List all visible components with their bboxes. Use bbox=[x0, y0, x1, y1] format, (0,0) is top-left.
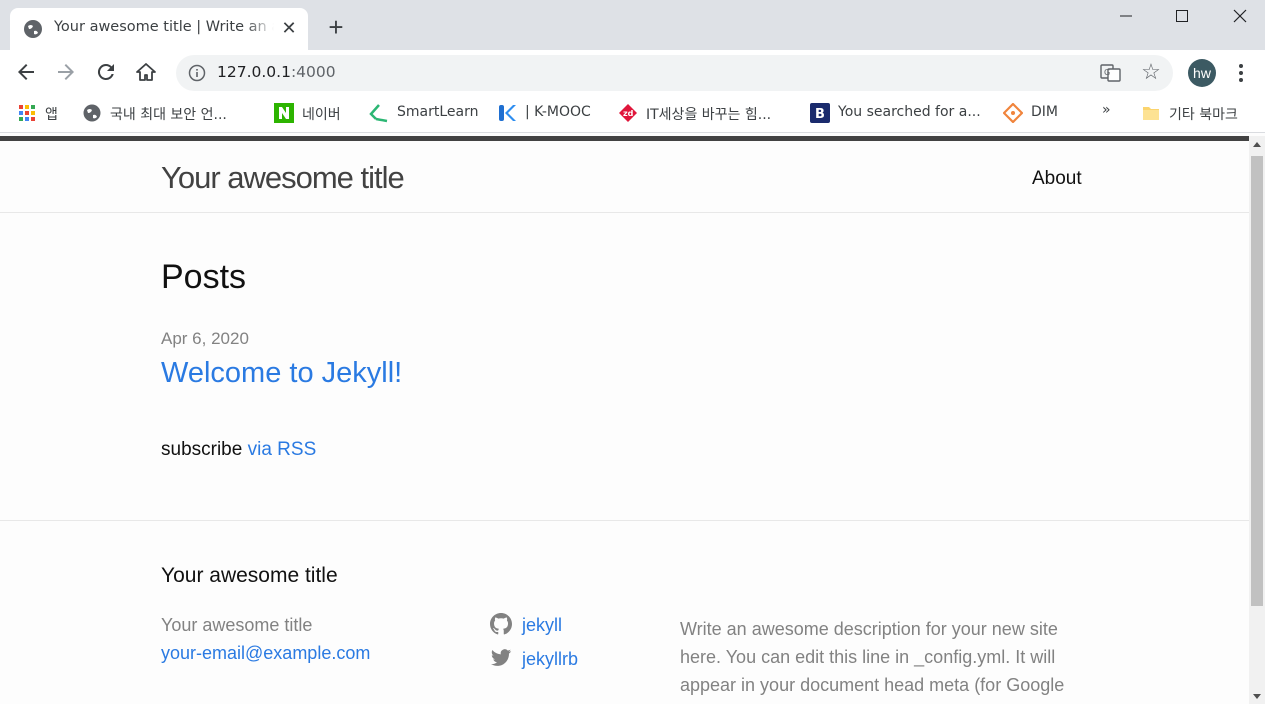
browser-toolbar: 127.0.0.1:4000 G ☆ hw bbox=[0, 50, 1265, 95]
zdnet-icon: zd bbox=[618, 103, 638, 123]
bookmark-label: 기타 북마크 bbox=[1169, 107, 1238, 123]
footer-site-name: Your awesome title bbox=[161, 615, 313, 635]
info-icon[interactable] bbox=[188, 64, 206, 82]
apps-grid-icon bbox=[17, 103, 37, 123]
forward-arrow-icon bbox=[58, 64, 74, 80]
folder-icon bbox=[1141, 103, 1161, 123]
reload-button[interactable] bbox=[94, 60, 118, 84]
nav-about-link[interactable]: About bbox=[1032, 168, 1082, 190]
site-header: Your awesome title About bbox=[0, 141, 1249, 213]
bookmark-label: You searched for a... bbox=[838, 104, 981, 120]
profile-avatar[interactable]: hw bbox=[1188, 59, 1216, 87]
minimize-button[interactable] bbox=[1106, 4, 1146, 28]
globe-icon bbox=[82, 103, 102, 123]
bookmark-label: SmartLearn bbox=[397, 104, 479, 120]
scroll-down-arrow-icon[interactable] bbox=[1253, 694, 1261, 699]
github-username: jekyll bbox=[522, 615, 563, 635]
footer-description: Write an awesome description for your ne… bbox=[680, 619, 1095, 704]
address-bar[interactable]: 127.0.0.1:4000 G ☆ bbox=[176, 55, 1173, 91]
github-icon bbox=[490, 613, 512, 635]
smartlearn-icon bbox=[369, 103, 389, 123]
post-date: Apr 6, 2020 bbox=[161, 329, 249, 348]
url-port: :4000 bbox=[290, 63, 336, 81]
reload-icon bbox=[97, 63, 114, 80]
rss-prefix: subscribe bbox=[161, 439, 243, 460]
naver-icon bbox=[274, 103, 294, 123]
url-host: 127.0.0.1 bbox=[217, 63, 291, 81]
dim-icon bbox=[1002, 102, 1024, 124]
scrollbar-thumb[interactable] bbox=[1251, 156, 1263, 606]
page-scrollbar[interactable] bbox=[1249, 136, 1265, 704]
home-button[interactable] bbox=[134, 60, 158, 84]
home-icon bbox=[136, 63, 156, 81]
maximize-button[interactable] bbox=[1162, 4, 1202, 28]
tab-strip: Your awesome title | Write an awesome de… bbox=[0, 0, 1265, 50]
globe-icon bbox=[24, 20, 42, 38]
bookmarks-overflow-button[interactable]: » bbox=[1102, 102, 1111, 122]
bookmark-label: 국내 최대 보안 언... bbox=[110, 107, 227, 123]
scroll-up-arrow-icon[interactable] bbox=[1253, 142, 1261, 147]
site-title-link[interactable]: Your awesome title bbox=[161, 160, 405, 196]
twitter-username: jekyllrb bbox=[522, 649, 579, 669]
b-icon: B bbox=[810, 103, 830, 123]
svg-text:G: G bbox=[1104, 68, 1110, 77]
browser-tab[interactable]: Your awesome title | Write an awesome de… bbox=[10, 8, 308, 50]
bookmark-label: DIM bbox=[1031, 104, 1058, 120]
back-button[interactable] bbox=[14, 60, 38, 84]
chevron-double-right-icon: » bbox=[1102, 102, 1111, 118]
rss-subscribe: subscribe via RSS bbox=[161, 439, 316, 461]
bookmarks-bar: 앱 국내 최대 보안 언... 네이버 SmartLearn | K-MOOC … bbox=[0, 95, 1265, 133]
page-viewport: Your awesome title About Posts Apr 6, 20… bbox=[0, 136, 1249, 704]
site-footer: Your awesome title Your awesome title yo… bbox=[0, 520, 1249, 704]
forward-button[interactable] bbox=[54, 60, 78, 84]
post-title-link[interactable]: Welcome to Jekyll! bbox=[161, 357, 402, 390]
bookmark-star-icon[interactable]: ☆ bbox=[1139, 60, 1163, 84]
bookmark-label: 앱 bbox=[45, 107, 58, 123]
tab-close-icon[interactable]: ✕ bbox=[280, 19, 298, 37]
svg-text:B: B bbox=[815, 107, 825, 122]
footer-heading: Your awesome title bbox=[161, 564, 338, 587]
svg-text:zd: zd bbox=[623, 109, 634, 118]
back-arrow-icon bbox=[18, 64, 34, 80]
posts-heading: Posts bbox=[161, 258, 247, 296]
bookmark-label: 네이버 bbox=[302, 107, 341, 123]
url-text[interactable]: 127.0.0.1:4000 bbox=[217, 63, 336, 81]
menu-kebab-icon[interactable] bbox=[1232, 60, 1250, 86]
bookmark-label: IT세상을 바꾸는 힘... bbox=[646, 107, 772, 123]
footer-email-link[interactable]: your-email@example.com bbox=[161, 643, 370, 664]
bookmark-label: | K-MOOC bbox=[525, 104, 591, 120]
close-window-button[interactable] bbox=[1220, 4, 1260, 28]
tab-title: Your awesome title | Write an awesome de… bbox=[54, 19, 274, 39]
twitter-icon bbox=[490, 647, 512, 669]
rss-link[interactable]: via RSS bbox=[248, 439, 317, 460]
kmooc-icon bbox=[497, 103, 517, 123]
translate-icon[interactable]: G bbox=[1100, 63, 1122, 83]
new-tab-button[interactable]: + bbox=[324, 14, 348, 40]
